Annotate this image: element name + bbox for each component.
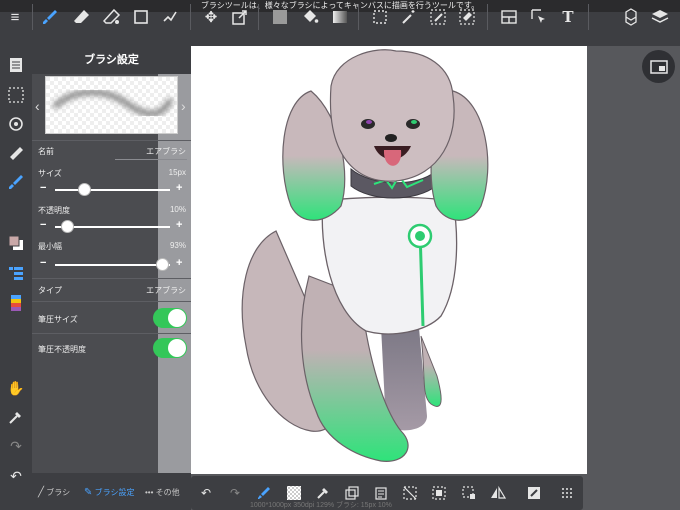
- select-eraser-icon[interactable]: [455, 5, 479, 29]
- stroke-tool-icon[interactable]: [158, 5, 182, 29]
- size-decrease-button[interactable]: −: [40, 182, 46, 194]
- dog-illustration: [241, 49, 489, 462]
- min-width-slider-track[interactable]: [55, 264, 170, 266]
- opacity-decrease-button[interactable]: −: [40, 219, 46, 231]
- undo-icon[interactable]: ↶: [4, 465, 28, 487]
- fill-color-icon[interactable]: [268, 5, 292, 29]
- toolbar-divider: [190, 4, 191, 30]
- tab-other[interactable]: ••• その他: [145, 487, 180, 498]
- bucket-tool-icon[interactable]: [298, 5, 322, 29]
- materials-icon[interactable]: [619, 5, 643, 29]
- brush-preview: [45, 76, 178, 134]
- pressure-opacity-label: 筆圧不透明度: [38, 345, 86, 354]
- canvas-info-text: 1000*1000px 350dpi 129% ブラシ: 15px 10%: [250, 502, 392, 509]
- snap-icon[interactable]: [525, 484, 543, 502]
- toolbar-divider: [32, 4, 33, 30]
- ruler-icon[interactable]: [4, 142, 28, 164]
- panel-divider: [32, 140, 191, 141]
- panel-divider: [32, 333, 191, 334]
- deselect-icon[interactable]: [401, 484, 419, 502]
- pressure-opacity-toggle[interactable]: [153, 338, 187, 358]
- min-width-slider-thumb[interactable]: [155, 258, 169, 271]
- size-increase-button[interactable]: +: [176, 182, 182, 194]
- magic-wand-icon[interactable]: [397, 5, 421, 29]
- size-slider-track[interactable]: [55, 189, 170, 191]
- move-tool-icon[interactable]: ✥: [199, 5, 223, 29]
- eyedropper-icon[interactable]: [4, 406, 28, 428]
- opacity-slider-thumb[interactable]: [60, 220, 74, 233]
- min-width-value: 93%: [169, 241, 186, 250]
- pressure-size-label: 筆圧サイズ: [38, 315, 78, 324]
- brush-icon: ╱: [38, 487, 45, 498]
- pressure-size-toggle[interactable]: [153, 308, 187, 328]
- grid-menu-icon[interactable]: [558, 484, 576, 502]
- redo-icon[interactable]: ↷: [226, 484, 244, 502]
- rotate-canvas-icon[interactable]: [4, 113, 28, 135]
- name-underline: [115, 159, 187, 160]
- size-slider-thumb[interactable]: [77, 183, 91, 196]
- select-all-icon[interactable]: [430, 484, 448, 502]
- name-value[interactable]: エアブラシ: [146, 146, 186, 157]
- min-width-increase-button[interactable]: +: [176, 257, 182, 269]
- opacity-increase-button[interactable]: +: [176, 219, 182, 231]
- type-label: タイプ: [38, 286, 62, 295]
- toggle-knob: [168, 309, 186, 327]
- opacity-label: 不透明度: [38, 206, 70, 215]
- toolbar-divider: [358, 4, 359, 30]
- min-width-decrease-button[interactable]: −: [40, 257, 46, 269]
- frame-divider-icon[interactable]: [497, 5, 521, 29]
- hand-tool-icon[interactable]: ✋: [4, 377, 28, 399]
- size-label: サイズ: [38, 169, 62, 178]
- menu-icon[interactable]: ≡: [3, 5, 27, 29]
- color-swatch-icon[interactable]: [4, 232, 28, 254]
- panel-divider: [32, 278, 191, 279]
- blur-eraser-tool-icon[interactable]: [100, 5, 124, 29]
- color-list-icon[interactable]: [4, 262, 28, 284]
- toolbar-divider: [588, 4, 589, 30]
- navigator-button[interactable]: [642, 50, 675, 83]
- prev-brush-icon[interactable]: ‹: [35, 98, 40, 114]
- text-tool-icon[interactable]: T: [556, 5, 580, 29]
- brush-tool-icon[interactable]: [38, 5, 62, 29]
- select-rect-icon[interactable]: [368, 5, 392, 29]
- tab-brush-label: ブラシ: [46, 488, 71, 497]
- flip-horizontal-icon[interactable]: [489, 484, 507, 502]
- min-width-label: 最小幅: [38, 242, 62, 251]
- toolbar-divider: [258, 4, 259, 30]
- pages-icon[interactable]: [4, 54, 28, 76]
- tab-brush-settings[interactable]: ✎ ブラシ設定: [84, 487, 134, 498]
- tab-brush[interactable]: ╱ ブラシ: [38, 487, 70, 498]
- drawing-canvas[interactable]: [191, 46, 587, 474]
- redo-icon[interactable]: ↷: [4, 435, 28, 457]
- panel-divider: [32, 301, 191, 302]
- select-pen-icon[interactable]: [426, 5, 450, 29]
- eraser-tool-icon[interactable]: [70, 5, 94, 29]
- layers-icon[interactable]: [648, 5, 672, 29]
- brush-settings-icon[interactable]: [4, 171, 28, 193]
- more-dots-icon: •••: [145, 488, 154, 497]
- opacity-value: 10%: [169, 205, 186, 214]
- shape-tool-icon[interactable]: [129, 5, 153, 29]
- color-palette-icon[interactable]: [4, 292, 28, 314]
- toolbar-divider: [487, 4, 488, 30]
- gradient-tool-icon[interactable]: [328, 5, 352, 29]
- tab-other-label: その他: [155, 488, 180, 497]
- navigator-icon: [649, 59, 668, 74]
- transform-tool-icon[interactable]: [228, 5, 252, 29]
- frame-select-icon[interactable]: [527, 5, 551, 29]
- undo-icon[interactable]: ↶: [197, 484, 215, 502]
- selection-menu-icon[interactable]: [4, 84, 28, 106]
- tab-brush-settings-label: ブラシ設定: [94, 488, 135, 497]
- panel-title: ブラシ設定: [32, 46, 191, 74]
- toggle-knob: [168, 339, 186, 357]
- next-brush-icon[interactable]: ›: [181, 98, 186, 114]
- brush-gear-icon: ✎: [84, 487, 93, 498]
- type-value[interactable]: エアブラシ: [146, 285, 186, 296]
- name-label: 名前: [38, 147, 54, 156]
- transform-selection-icon[interactable]: [460, 484, 478, 502]
- size-value: 15px: [168, 168, 186, 177]
